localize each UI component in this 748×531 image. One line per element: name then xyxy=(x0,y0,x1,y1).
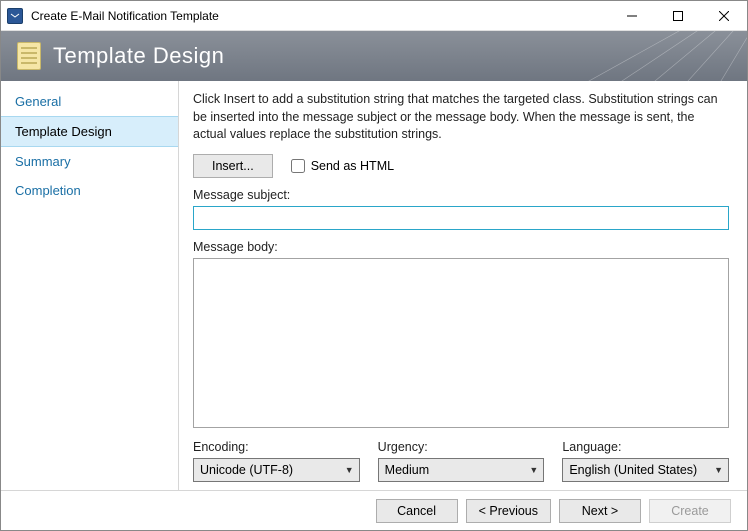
wizard-content: Click Insert to add a substitution strin… xyxy=(179,81,747,490)
window-buttons xyxy=(609,1,747,31)
banner-heading: Template Design xyxy=(53,43,224,69)
app-icon xyxy=(7,8,23,24)
encoding-select[interactable]: Unicode (UTF-8) xyxy=(193,458,360,482)
send-as-html-label: Send as HTML xyxy=(311,159,394,173)
window-title: Create E-Mail Notification Template xyxy=(31,9,609,23)
close-button[interactable] xyxy=(701,1,747,31)
urgency-label: Urgency: xyxy=(378,440,545,454)
titlebar: Create E-Mail Notification Template xyxy=(1,1,747,31)
language-label: Language: xyxy=(562,440,729,454)
urgency-group: Urgency: Medium ▼ xyxy=(378,440,545,482)
maximize-button[interactable] xyxy=(655,1,701,31)
encoding-label: Encoding: xyxy=(193,440,360,454)
options-row: Encoding: Unicode (UTF-8) ▼ Urgency: Med… xyxy=(193,440,729,482)
send-as-html-input[interactable] xyxy=(291,159,305,173)
language-select[interactable]: English (United States) xyxy=(562,458,729,482)
sidebar-item-completion[interactable]: Completion xyxy=(1,176,178,205)
banner-decor xyxy=(427,31,747,81)
insert-button[interactable]: Insert... xyxy=(193,154,273,178)
encoding-group: Encoding: Unicode (UTF-8) ▼ xyxy=(193,440,360,482)
body-label: Message body: xyxy=(193,240,729,254)
subject-label: Message subject: xyxy=(193,188,729,202)
intro-text: Click Insert to add a substitution strin… xyxy=(193,91,729,144)
sidebar-item-template-design[interactable]: Template Design xyxy=(1,116,178,147)
minimize-button[interactable] xyxy=(609,1,655,31)
wizard-footer: Cancel < Previous Next > Create xyxy=(1,490,747,530)
sidebar-item-summary[interactable]: Summary xyxy=(1,147,178,176)
cancel-button[interactable]: Cancel xyxy=(376,499,458,523)
urgency-select[interactable]: Medium xyxy=(378,458,545,482)
template-icon xyxy=(17,42,41,70)
language-group: Language: English (United States) ▼ xyxy=(562,440,729,482)
next-button[interactable]: Next > xyxy=(559,499,641,523)
send-as-html-checkbox[interactable]: Send as HTML xyxy=(291,159,394,173)
message-subject-input[interactable] xyxy=(193,206,729,230)
wizard-steps-sidebar: General Template Design Summary Completi… xyxy=(1,81,179,490)
sidebar-item-general[interactable]: General xyxy=(1,87,178,116)
message-body-input[interactable] xyxy=(193,258,729,429)
wizard-banner: Template Design xyxy=(1,31,747,81)
create-button: Create xyxy=(649,499,731,523)
wizard-body: General Template Design Summary Completi… xyxy=(1,81,747,490)
subject-controls-row: Insert... Send as HTML xyxy=(193,154,729,178)
previous-button[interactable]: < Previous xyxy=(466,499,551,523)
